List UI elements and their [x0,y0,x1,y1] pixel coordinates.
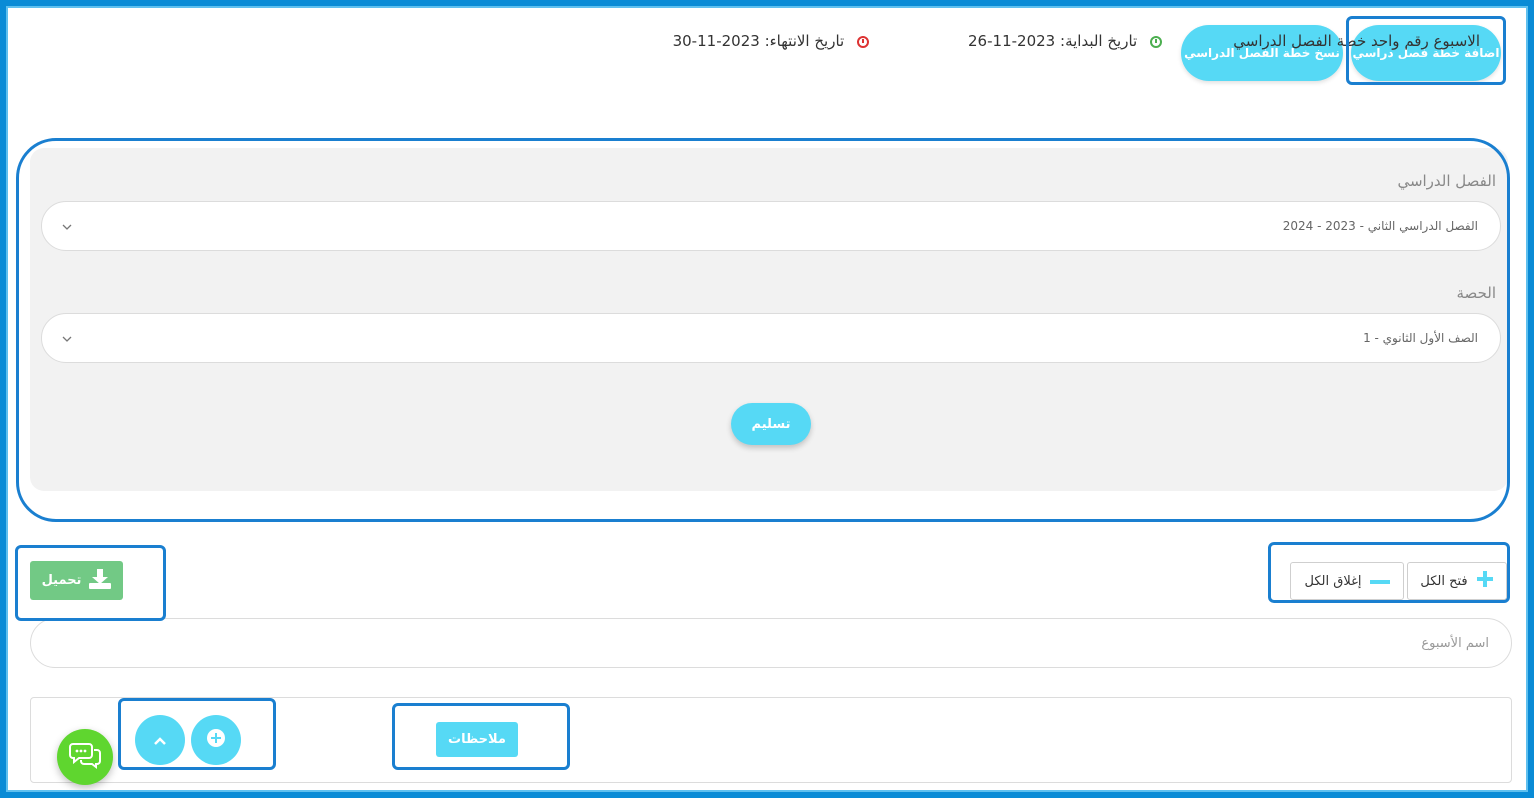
semester-label: الفصل الدراسي [1397,172,1496,190]
end-date-value: 2023-11-30 [672,32,760,50]
week-name-search-input[interactable]: اسم الأسبوع [30,618,1512,668]
minus-icon [1369,574,1390,589]
chevron-down-icon [62,331,72,345]
submit-label: تسليم [751,416,791,432]
start-date-value: 2023-11-26 [968,32,1056,50]
class-label: الحصة [1456,284,1496,302]
plus-icon [1476,570,1494,592]
class-select[interactable]: الصف الأول الثانوي - 1 [41,313,1501,363]
notes-label: ملاحظات [448,732,506,747]
clock-icon [1150,35,1162,48]
clock-icon [857,35,869,48]
week-row [30,697,1512,783]
week-name-search-placeholder: اسم الأسبوع [1421,635,1489,651]
chat-bubbles-icon [69,741,101,773]
week-start-date: تاريخ البداية: 2023-11-26 [968,32,1162,50]
download-label: تحميل [41,573,82,588]
end-date-label: تاريخ الانتهاء: [764,32,845,50]
class-select-value: الصف الأول الثانوي - 1 [1363,331,1478,345]
close-all-label: إغلاق الكل [1304,573,1362,589]
chevron-down-icon [62,219,72,233]
plus-circle-icon [206,728,226,752]
week-end-date: تاريخ الانتهاء: 2023-11-30 [673,32,869,50]
add-week-item-button[interactable] [191,715,241,765]
download-button[interactable]: تحميل [30,561,123,600]
semester-select-value: الفصل الدراسي الثاني - 2023 - 2024 [1282,219,1478,233]
close-all-button[interactable]: إغلاق الكل [1290,562,1404,600]
submit-button[interactable]: تسليم [731,403,811,445]
semester-select[interactable]: الفصل الدراسي الثاني - 2023 - 2024 [41,201,1501,251]
collapse-week-button[interactable] [135,715,185,765]
notes-button[interactable]: ملاحظات [436,722,518,757]
open-all-button[interactable]: فتح الكل [1407,562,1507,600]
chevron-up-icon [153,731,167,750]
open-all-label: فتح الكل [1420,573,1468,589]
start-date-label: تاريخ البداية: [1060,32,1138,50]
download-icon [89,568,112,593]
chat-button[interactable] [57,729,113,785]
week-title: الاسبوع رقم واحد خطة الفصل الدراسي [1233,32,1480,50]
